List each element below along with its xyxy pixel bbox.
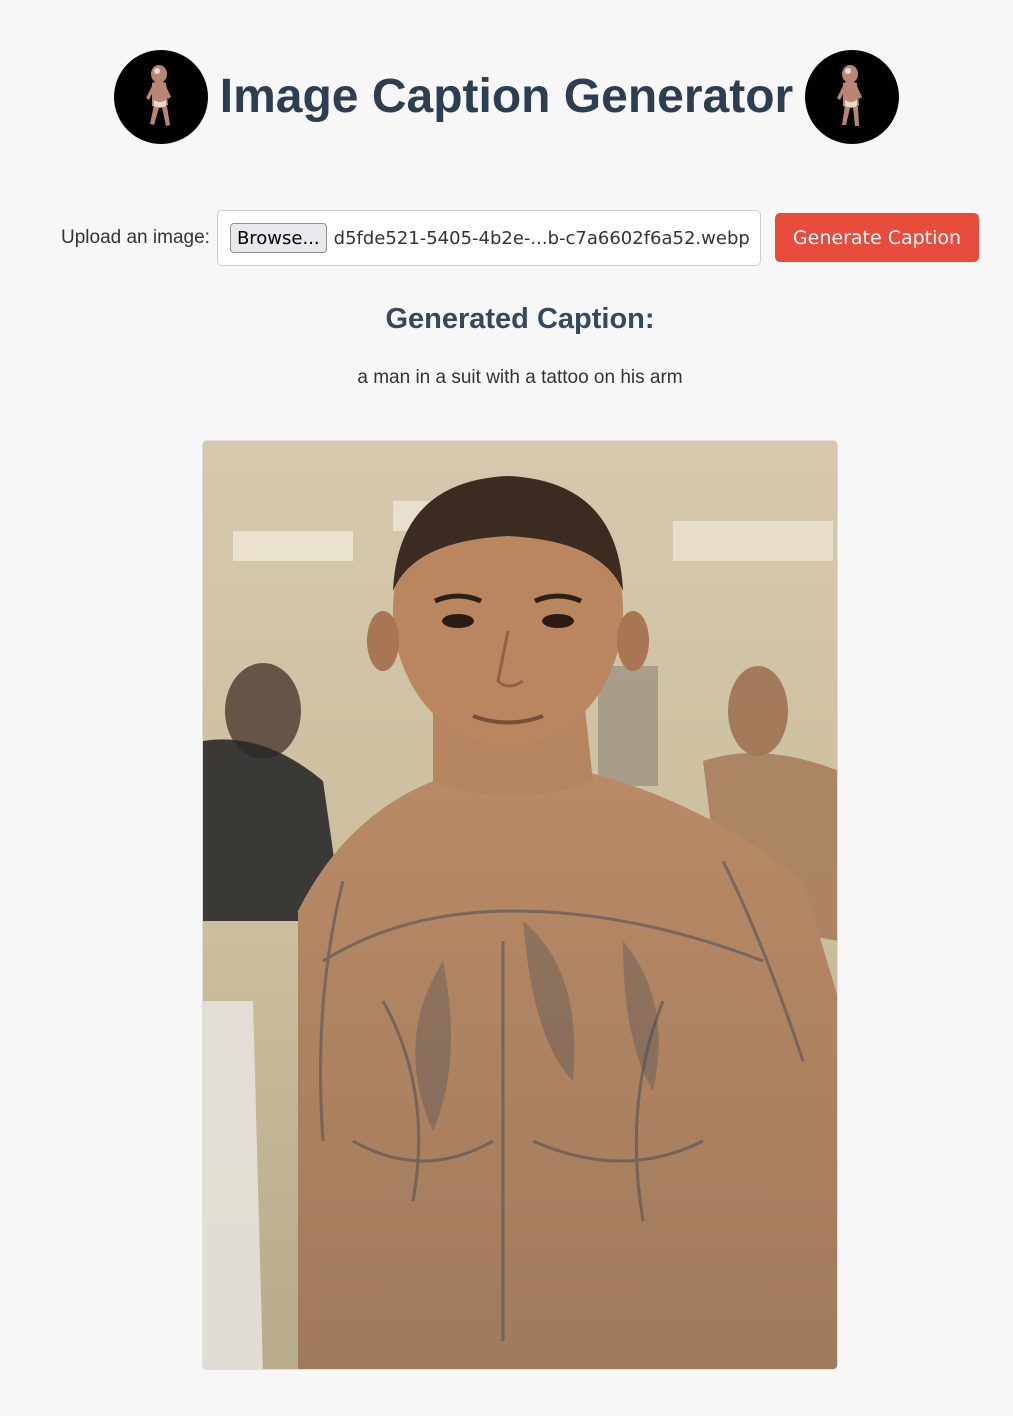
page-header: Image Caption Generator xyxy=(0,49,1013,145)
generate-caption-button[interactable]: Generate Caption xyxy=(775,213,979,262)
upload-label: Upload an image: xyxy=(61,227,210,248)
generated-caption: a man in a suit with a tattoo on his arm xyxy=(357,367,683,388)
file-input[interactable]: Browse... d5fde521-5405-4b2e-...b-c7a660… xyxy=(216,210,761,266)
caption-heading: Generated Caption: xyxy=(385,303,655,335)
uploaded-image-preview xyxy=(202,440,838,1370)
browse-button[interactable]: Browse... xyxy=(229,223,327,253)
dancing-baby-icon xyxy=(805,50,900,144)
dancing-baby-icon xyxy=(113,50,208,144)
selected-file-name: d5fde521-5405-4b2e-...b-c7a6602f6a52.web… xyxy=(333,227,750,249)
upload-row: Upload an image: Browse... d5fde521-5405… xyxy=(61,209,761,267)
page-title: Image Caption Generator xyxy=(219,70,794,123)
